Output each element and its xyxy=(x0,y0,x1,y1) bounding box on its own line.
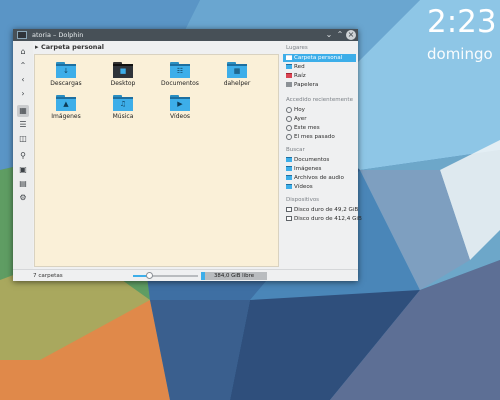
clock-date: domingo xyxy=(427,45,493,63)
free-space-bar[interactable]: 384,0 GiB libre xyxy=(201,272,267,280)
dolphin-window: atoria – Dolphin ⌄ ⌃ × ⌂ ⌃ ‹ › ▦ ☰ ◫ ⚲ ▣… xyxy=(13,29,362,281)
folder-icon xyxy=(286,166,292,171)
folder-item[interactable]: ▦ dahelper xyxy=(210,62,264,88)
folder-label: dahelper xyxy=(223,80,251,87)
back-icon[interactable]: ‹ xyxy=(17,74,29,86)
root-folder-icon xyxy=(286,73,292,78)
search-group-title: Buscar xyxy=(286,147,305,153)
dolphin-app-icon[interactable] xyxy=(17,31,27,39)
folder-item[interactable]: ↓ Descargas xyxy=(39,62,93,88)
search-item-images[interactable]: Imágenes xyxy=(283,165,356,173)
folder-item[interactable]: ■ Desktop xyxy=(96,62,150,88)
up-icon[interactable]: ⌃ xyxy=(17,60,29,72)
document-icon: ☷ xyxy=(170,62,190,78)
chevron-up-icon[interactable]: ⌃ xyxy=(335,30,345,40)
search-icon[interactable]: ⚲ xyxy=(17,150,29,162)
folder-label: Descargas xyxy=(50,80,82,87)
home-icon[interactable]: ⌂ xyxy=(17,46,29,58)
folder-label: Desktop xyxy=(110,80,136,87)
clock-icon xyxy=(286,134,292,140)
folder-item[interactable]: ☷ Documentos xyxy=(153,62,207,88)
chevron-right-icon[interactable]: ▸ xyxy=(35,42,39,53)
folder-item[interactable]: ▶ Vídeos xyxy=(153,95,207,121)
clock-icon xyxy=(286,107,292,113)
folder-item[interactable]: ♫ Música xyxy=(96,95,150,121)
folder-icon xyxy=(286,157,292,162)
folder-label: Vídeos xyxy=(169,113,191,120)
places-item-network[interactable]: Red xyxy=(283,63,356,71)
apps-grid-icon: ▦ xyxy=(227,62,247,78)
folder-label: Música xyxy=(112,113,134,120)
hard-disk-icon xyxy=(286,207,292,212)
forward-icon[interactable]: › xyxy=(17,88,29,100)
recent-group-title: Accedido recientemente xyxy=(286,97,353,103)
download-icon: ↓ xyxy=(56,62,76,78)
folder-label: Documentos xyxy=(161,80,199,87)
preview-icon[interactable]: ▣ xyxy=(17,164,29,176)
device-item-disk-1[interactable]: Disco duro de 49,2 GiB xyxy=(283,206,358,214)
folder-label: Imágenes xyxy=(51,113,81,120)
info-panel-icon[interactable]: ▤ xyxy=(17,178,29,190)
places-item-home[interactable]: Carpeta personal xyxy=(283,54,356,62)
icons-view-icon[interactable]: ▦ xyxy=(17,105,29,117)
clock-icon xyxy=(286,125,292,131)
file-view[interactable]: ↓ Descargas ■ Desktop ☷ Documentos ▦ dah… xyxy=(34,54,279,267)
recent-item-yesterday[interactable]: Ayer xyxy=(283,115,356,123)
network-folder-icon xyxy=(286,64,292,69)
close-icon[interactable]: × xyxy=(346,30,356,40)
places-item-root[interactable]: Raíz xyxy=(283,72,356,80)
video-icon: ▶ xyxy=(170,95,190,111)
folder-icon xyxy=(286,175,292,180)
folder-icon xyxy=(286,184,292,189)
status-bar: 7 carpetas 384,0 GiB libre xyxy=(13,269,358,281)
search-item-videos[interactable]: Vídeos xyxy=(283,183,356,191)
hard-disk-icon xyxy=(286,216,292,221)
device-item-disk-2[interactable]: Disco duro de 412,4 GiB xyxy=(283,215,362,223)
title-bar[interactable]: atoria – Dolphin ⌄ ⌃ × xyxy=(13,29,358,41)
folder-icon xyxy=(286,55,292,60)
music-icon: ♫ xyxy=(113,95,133,111)
folder-item[interactable]: ▲ Imágenes xyxy=(39,95,93,121)
zoom-slider[interactable] xyxy=(133,272,198,279)
window-title: atoria – Dolphin xyxy=(32,31,84,39)
image-icon: ▲ xyxy=(56,95,76,111)
recent-item-this-month[interactable]: Este mes xyxy=(283,124,356,132)
breadcrumb: ▸ Carpeta personal xyxy=(33,41,281,54)
free-space-label: 384,0 GiB libre xyxy=(213,273,255,279)
places-item-trash[interactable]: Papelera xyxy=(283,81,356,89)
devices-group-title: Dispositivos xyxy=(286,197,320,203)
chevron-down-icon[interactable]: ⌄ xyxy=(324,30,334,40)
recent-item-last-month[interactable]: El mes pasado xyxy=(283,133,356,141)
breadcrumb-current[interactable]: Carpeta personal xyxy=(41,42,104,53)
clock-icon xyxy=(286,116,292,122)
split-view-icon[interactable]: ◫ xyxy=(17,133,29,145)
places-panel: Lugares Carpeta personal Red Raíz Papele… xyxy=(281,41,362,269)
details-view-icon[interactable]: ☰ xyxy=(17,119,29,131)
trash-icon xyxy=(286,82,292,87)
recent-item-today[interactable]: Hoy xyxy=(283,106,356,114)
search-item-documents[interactable]: Documentos xyxy=(283,156,356,164)
item-count: 7 carpetas xyxy=(33,273,63,279)
places-group-title: Lugares xyxy=(286,45,308,51)
settings-icon[interactable]: ⚙ xyxy=(17,192,29,204)
desktop-clock: 2:23 domingo xyxy=(427,4,497,64)
toolbar: ⌂ ⌃ ‹ › ▦ ☰ ◫ ⚲ ▣ ▤ ⚙ xyxy=(13,41,33,269)
desktop-icon: ■ xyxy=(113,62,133,78)
zoom-slider-handle[interactable] xyxy=(146,272,154,279)
search-item-audio[interactable]: Archivos de audio xyxy=(283,174,356,182)
clock-time: 2:23 xyxy=(427,4,497,40)
